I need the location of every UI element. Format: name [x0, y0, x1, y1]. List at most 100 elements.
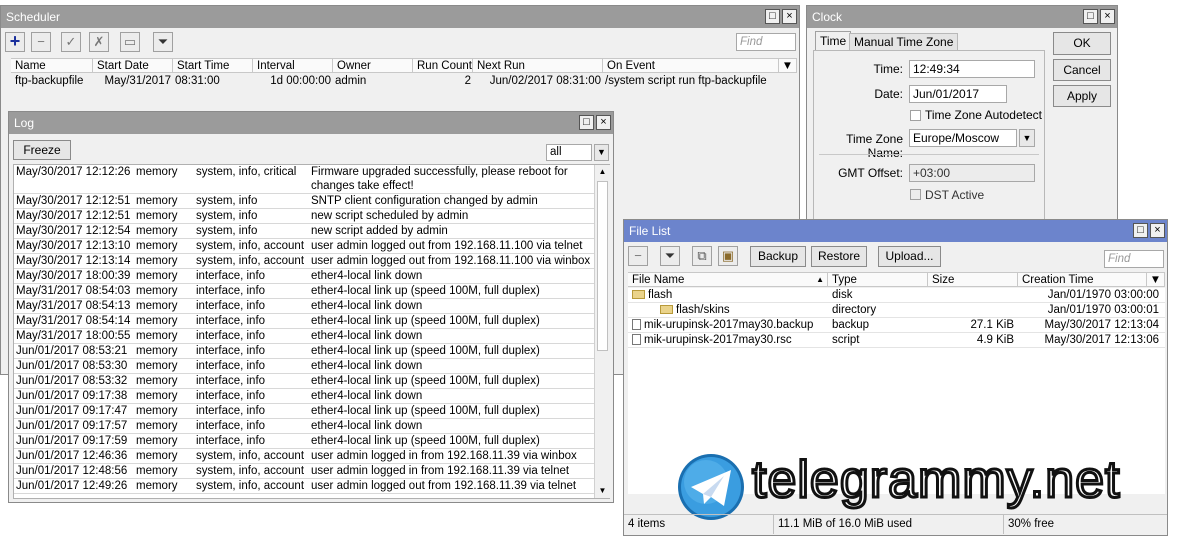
- file-find-input[interactable]: Find: [1104, 250, 1164, 268]
- log-list: May/30/2017 12:12:26 memory system, info, …: [13, 164, 610, 499]
- list-item[interactable]: Jun/01/2017 12:49:26 memory system, info, …: [14, 479, 609, 494]
- col-interval[interactable]: Interval: [253, 59, 333, 72]
- col-start-time[interactable]: Start Time: [173, 59, 253, 72]
- tab-manual-time-zone[interactable]: Manual Time Zone: [849, 33, 959, 50]
- table-row[interactable]: flash disk Jan/01/1970 03:00:00: [628, 288, 1165, 303]
- time-field[interactable]: 12:49:34: [909, 60, 1035, 78]
- backup-button[interactable]: Backup: [750, 246, 806, 267]
- add-icon[interactable]: +: [5, 32, 25, 52]
- list-item[interactable]: May/30/2017 12:12:51 memory system, info ne…: [14, 209, 609, 224]
- log-message: ether4-local link up (speed 100M, full d…: [311, 285, 540, 297]
- clock-title: Clock: [812, 10, 843, 24]
- chevron-down-icon[interactable]: ▼: [594, 144, 609, 161]
- list-item[interactable]: May/30/2017 12:12:26 memory system, info, …: [14, 165, 609, 194]
- folder-icon: [660, 305, 673, 315]
- table-row[interactable]: mik-urupinsk-2017may30.backup backup 27.1 …: [628, 318, 1165, 333]
- list-item[interactable]: Jun/01/2017 09:17:47 memory interface, inf…: [14, 404, 609, 419]
- restore-button[interactable]: Restore: [811, 246, 867, 267]
- log-message: ether4-local link down: [311, 390, 423, 402]
- scheduler-find-input[interactable]: Find: [736, 33, 796, 51]
- close-icon[interactable]: ×: [782, 9, 797, 24]
- list-item[interactable]: May/31/2017 08:54:14 memory interface, inf…: [14, 314, 609, 329]
- list-item[interactable]: Jun/01/2017 08:53:21 memory interface, inf…: [14, 344, 609, 359]
- comment-icon[interactable]: ▭: [120, 32, 140, 52]
- col-creation-time[interactable]: Creation Time: [1018, 273, 1147, 286]
- col-on-event[interactable]: On Event: [603, 59, 779, 72]
- table-row[interactable]: flash/skins directory Jan/01/1970 03:00:01: [628, 303, 1165, 318]
- chevron-down-icon[interactable]: ▼: [1019, 129, 1035, 147]
- log-time: May/31/2017 08:54:13: [16, 300, 131, 312]
- maximize-icon[interactable]: □: [1083, 9, 1098, 24]
- log-time: May/30/2017 12:13:10: [16, 240, 131, 252]
- col-next-run[interactable]: Next Run: [473, 59, 603, 72]
- list-item[interactable]: May/31/2017 08:54:13 memory interface, inf…: [14, 299, 609, 314]
- list-item[interactable]: May/31/2017 08:54:03 memory interface, inf…: [14, 284, 609, 299]
- disable-icon[interactable]: ✗: [89, 32, 109, 52]
- list-item[interactable]: Jun/01/2017 08:53:32 memory interface, inf…: [14, 374, 609, 389]
- cell-start-date: May/31/2017: [104, 75, 172, 87]
- maximize-icon[interactable]: □: [579, 115, 594, 130]
- log-topics: system, info, account: [196, 465, 305, 477]
- log-buffer: memory: [136, 195, 178, 207]
- list-item[interactable]: Jun/01/2017 12:46:36 memory system, info, …: [14, 449, 609, 464]
- log-topic-filter[interactable]: all: [546, 144, 592, 161]
- list-item[interactable]: May/31/2017 18:00:55 memory interface, inf…: [14, 329, 609, 344]
- enable-icon[interactable]: ✓: [61, 32, 81, 52]
- copy-icon[interactable]: ⧉: [692, 246, 712, 266]
- table-row[interactable]: ftp-backupfile May/31/2017 08:31:00 1d 0…: [11, 74, 797, 89]
- close-icon[interactable]: ×: [1100, 9, 1115, 24]
- autodetect-checkbox[interactable]: [910, 110, 921, 121]
- table-row[interactable]: mik-urupinsk-2017may30.rsc script 4.9 KiB M…: [628, 333, 1165, 348]
- list-item[interactable]: May/30/2017 12:13:10 memory system, info, …: [14, 239, 609, 254]
- log-topics: system, info: [196, 210, 258, 222]
- list-item[interactable]: Jun/01/2017 12:48:56 memory system, info, …: [14, 464, 609, 479]
- date-field[interactable]: Jun/01/2017: [909, 85, 1007, 103]
- list-item[interactable]: Jun/01/2017 09:17:59 memory interface, inf…: [14, 434, 609, 449]
- log-buffer: memory: [136, 210, 178, 222]
- col-start-date[interactable]: Start Date: [93, 59, 173, 72]
- log-scrollbar[interactable]: ▲ ▼: [594, 165, 610, 498]
- scroll-down-icon[interactable]: ▼: [595, 484, 610, 498]
- close-icon[interactable]: ×: [596, 115, 611, 130]
- list-item[interactable]: Jun/01/2017 09:17:57 memory interface, inf…: [14, 419, 609, 434]
- list-item[interactable]: May/30/2017 12:12:51 memory system, info SN…: [14, 194, 609, 209]
- scroll-up-icon[interactable]: ▲: [595, 165, 610, 179]
- list-item[interactable]: May/30/2017 18:00:39 memory interface, inf…: [14, 269, 609, 284]
- file-icon: [632, 334, 641, 346]
- scheduler-titlebar[interactable]: Scheduler □ ×: [1, 6, 799, 28]
- col-size[interactable]: Size: [928, 273, 1018, 286]
- filter-icon[interactable]: ⏷: [153, 32, 173, 52]
- chevron-down-icon[interactable]: ▼: [1147, 273, 1165, 286]
- file-list-titlebar[interactable]: File List □ ×: [624, 220, 1167, 242]
- tz-name-select[interactable]: Europe/Moscow: [909, 129, 1017, 147]
- ok-button[interactable]: OK: [1053, 32, 1111, 55]
- cancel-button[interactable]: Cancel: [1053, 59, 1111, 81]
- file-name-text: flash/skins: [676, 304, 730, 316]
- col-name[interactable]: Name: [11, 59, 93, 72]
- freeze-button[interactable]: Freeze: [13, 140, 71, 160]
- list-item[interactable]: Jun/01/2017 09:17:38 memory interface, inf…: [14, 389, 609, 404]
- filter-icon[interactable]: ⏷: [660, 246, 680, 266]
- remove-icon[interactable]: −: [31, 32, 51, 52]
- list-item[interactable]: May/30/2017 12:13:14 memory system, info, …: [14, 254, 609, 269]
- log-titlebar[interactable]: Log □ ×: [9, 112, 613, 134]
- remove-icon[interactable]: −: [628, 246, 648, 266]
- scroll-thumb[interactable]: [597, 181, 608, 351]
- paste-icon[interactable]: ▣: [718, 246, 738, 266]
- col-type[interactable]: Type: [828, 273, 928, 286]
- maximize-icon[interactable]: □: [765, 9, 780, 24]
- maximize-icon[interactable]: □: [1133, 223, 1148, 238]
- col-run-count[interactable]: Run Count: [413, 59, 473, 72]
- col-owner[interactable]: Owner: [333, 59, 413, 72]
- clock-titlebar[interactable]: Clock □ ×: [807, 6, 1117, 28]
- close-icon[interactable]: ×: [1150, 223, 1165, 238]
- list-item[interactable]: May/30/2017 12:12:54 memory system, info ne…: [14, 224, 609, 239]
- col-file-name[interactable]: File Name ▲: [628, 273, 828, 286]
- list-item[interactable]: Jun/01/2017 08:53:30 memory interface, inf…: [14, 359, 609, 374]
- tab-time[interactable]: Time: [815, 31, 852, 50]
- log-topics: interface, info: [196, 345, 266, 357]
- chevron-down-icon[interactable]: ▼: [779, 59, 797, 72]
- upload-button[interactable]: Upload...: [878, 246, 941, 267]
- apply-button[interactable]: Apply: [1053, 85, 1111, 107]
- cell-start-time: 08:31:00: [175, 75, 220, 87]
